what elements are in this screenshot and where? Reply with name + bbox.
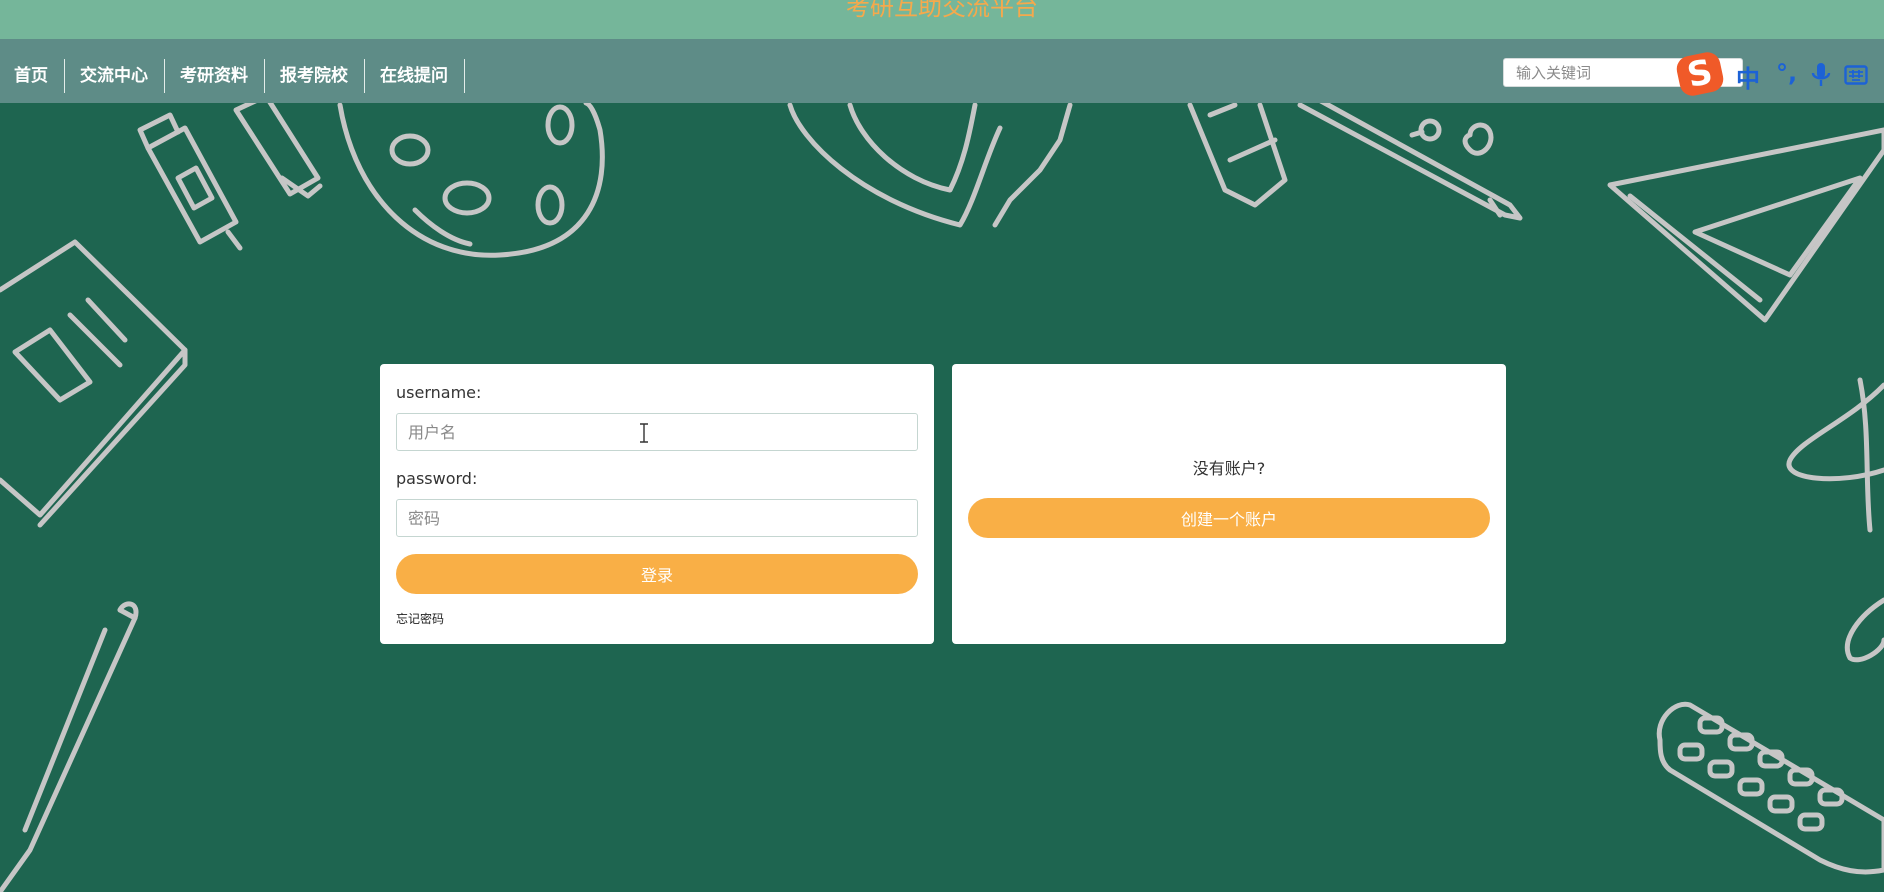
pushpin-icon	[1409, 118, 1494, 156]
login-card: username: password: 登录 忘记密码	[380, 364, 934, 644]
top-title-bar: 考研互助交流平台	[0, 0, 1884, 39]
create-account-button[interactable]: 创建一个账户	[968, 498, 1490, 538]
background-doodles	[0, 92, 1884, 892]
register-card: 没有账户? 创建一个账户	[952, 364, 1506, 644]
paint-tube-icon	[137, 112, 243, 251]
nav-item-exchange-center[interactable]: 交流中心	[65, 59, 165, 93]
ime-toolbar[interactable]: S 中 °,	[1674, 49, 1884, 99]
site-title: 考研互助交流平台	[846, 0, 1038, 21]
nav-bar: 首页 交流中心 考研资料 报考院校 在线提问	[0, 39, 1884, 103]
pen-icon	[0, 601, 139, 892]
keyboard-icon[interactable]	[1844, 65, 1868, 85]
palette-icon	[337, 100, 605, 258]
set-square-icon	[1607, 127, 1884, 323]
calculator-icon	[1656, 701, 1884, 875]
wallet-icon	[787, 102, 1073, 228]
nav-item-target-schools[interactable]: 报考院校	[265, 59, 365, 93]
scissors-icon	[1786, 377, 1884, 663]
microphone-icon[interactable]	[1810, 62, 1832, 88]
paint-tube-icon	[233, 93, 323, 199]
forgot-password-link[interactable]: 忘记密码	[396, 610, 444, 627]
pencil-icon	[1297, 92, 1523, 221]
no-account-prompt: 没有账户?	[1192, 459, 1266, 478]
username-label: username:	[396, 383, 482, 402]
ime-logo-icon[interactable]: S	[1674, 49, 1726, 99]
nav-item-online-questions[interactable]: 在线提问	[365, 59, 465, 93]
nav-menu: 首页 交流中心 考研资料 报考院校 在线提问	[0, 59, 465, 93]
nav-item-study-materials[interactable]: 考研资料	[165, 59, 265, 93]
eraser-icon	[1187, 102, 1288, 208]
username-input[interactable]	[396, 413, 918, 451]
password-input[interactable]	[396, 499, 918, 537]
book-icon	[0, 239, 188, 528]
punctuation-icon[interactable]: °,	[1776, 59, 1797, 87]
nav-item-home[interactable]: 首页	[0, 59, 65, 93]
password-label: password:	[396, 469, 478, 488]
text-cursor-icon	[640, 423, 648, 443]
login-button[interactable]: 登录	[396, 554, 918, 594]
ime-mode-toggle[interactable]: 中	[1736, 59, 1760, 94]
